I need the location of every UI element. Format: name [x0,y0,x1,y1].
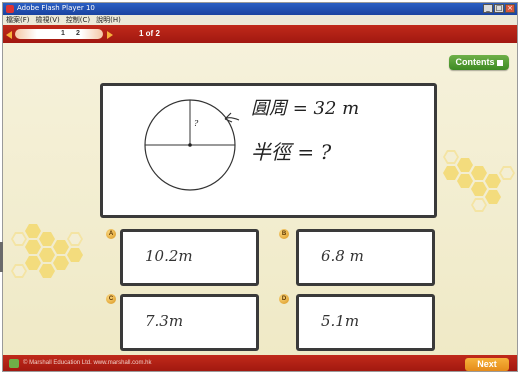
honeycomb-decor [39,264,55,278]
honeycomb-decor [443,150,459,164]
page-slider[interactable]: 1 2 [15,29,103,39]
flash-app-icon [6,5,14,13]
arrow-left-icon[interactable] [6,31,12,39]
honeycomb-decor [471,198,487,212]
honeycomb-decor [39,232,55,246]
answer-c-text: 7.3m [145,312,184,330]
honeycomb-decor [67,232,83,246]
radius-question-text: 半徑 = ? [251,140,332,164]
page-counter: 1 of 2 [139,29,160,38]
honeycomb-decor [25,240,41,254]
close-button[interactable]: × [505,4,515,13]
honeycomb-decor [471,182,487,196]
copyright-text: © Marshall Education Ltd. www.marshall.c… [23,360,152,366]
circumference-text: 圓周 = 32 m [251,98,360,119]
option-d-badge: D [279,294,289,304]
honeycomb-decor [11,232,27,246]
navigation-bar: 1 2 1 of 2 [3,25,517,43]
window-title: Adobe Flash Player 10 [17,4,95,12]
page-number-1[interactable]: 1 [61,29,65,39]
answer-option-b[interactable]: 6.8 m [296,229,435,286]
honeycomb-decor [457,158,473,172]
option-a-badge: A [106,229,116,239]
honeycomb-decor [457,174,473,188]
radius-unknown-mark: ? [194,119,199,128]
honeycomb-decor [485,190,501,204]
footer-bar: © Marshall Education Ltd. www.marshall.c… [3,355,517,371]
honeycomb-decor [11,264,27,278]
answer-option-d[interactable]: 5.1m [296,294,435,351]
honeycomb-decor [39,248,55,262]
flash-player-window: Adobe Flash Player 10 _ □ × 檔案(F) 檢視(V) … [2,2,518,372]
page-number-2[interactable]: 2 [76,29,80,39]
honeycomb-decor [53,240,69,254]
honeycomb-decor [443,166,459,180]
next-button[interactable]: Next [465,358,509,371]
answer-option-a[interactable]: 10.2m [120,229,259,286]
arrow-right-icon[interactable] [107,31,113,39]
honeycomb-decor [25,224,41,238]
honeycomb-decor [67,248,83,262]
center-dot [188,143,192,147]
option-b-badge: B [279,229,289,239]
pointer-arrow-icon [224,112,240,123]
page-edge-mark [0,242,3,272]
answer-a-text: 10.2m [145,247,193,265]
option-c-badge: C [106,294,116,304]
answer-b-text: 6.8 m [321,247,364,265]
honeycomb-decor [25,256,41,270]
answer-d-text: 5.1m [321,312,360,330]
contents-label: Contents [455,57,495,67]
answer-option-c[interactable]: 7.3m [120,294,259,351]
question-panel: ? 圓周 = 32 m 半徑 = ? [100,83,437,218]
honeycomb-decor [53,256,69,270]
menu-square-icon [496,59,503,66]
contents-button[interactable]: Contents [449,55,509,70]
publisher-logo-icon [9,359,19,368]
honeycomb-decor [485,174,501,188]
honeycomb-decor [499,166,515,180]
title-bar: Adobe Flash Player 10 _ □ × [3,3,517,15]
honeycomb-decor [471,166,487,180]
maximize-button[interactable]: □ [494,4,504,13]
minimize-button[interactable]: _ [483,4,493,13]
